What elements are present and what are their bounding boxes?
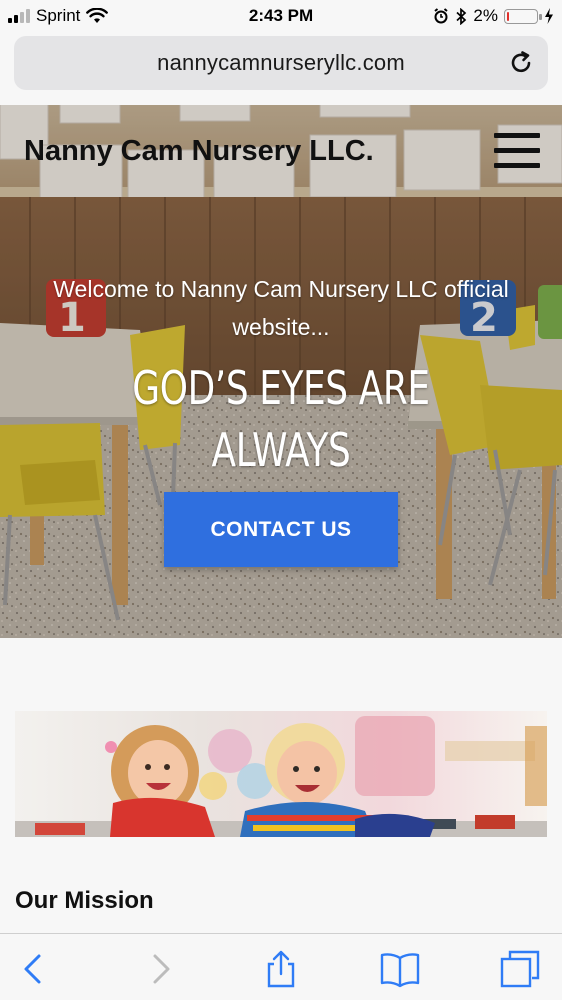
contact-us-button[interactable]: CONTACT US (164, 492, 398, 567)
status-right: 2% (433, 6, 554, 26)
url-text[interactable]: nannycamnurseryllc.com (14, 50, 548, 76)
site-title[interactable]: Nanny Cam Nursery LLC. (24, 135, 374, 168)
chevron-left-icon[interactable] (14, 950, 54, 988)
welcome-text: Welcome to Nanny Cam Nursery LLC officia… (53, 276, 509, 340)
bluetooth-icon (456, 7, 467, 25)
headline-line-1: GOD’S EYES ARE ALWAYS (132, 361, 430, 477)
our-mission-heading: Our Mission (15, 887, 154, 914)
reload-icon[interactable] (508, 50, 534, 76)
charging-icon (545, 8, 553, 24)
book-icon[interactable] (380, 950, 420, 988)
hamburger-icon[interactable] (494, 133, 540, 169)
hero-section: 1 2 Nanny Cam Nursery LLC. Welcome to Na… (0, 105, 562, 638)
battery-level (507, 11, 509, 21)
children-banner-image (15, 711, 547, 837)
alarm-icon (434, 8, 449, 24)
browser-toolbar (0, 933, 562, 1000)
address-bar[interactable]: nannycamnurseryllc.com (14, 36, 548, 90)
chevron-right-icon[interactable] (140, 950, 180, 988)
battery-icon (504, 8, 542, 24)
status-bar: Sprint 2:43 PM 2% (0, 0, 562, 32)
tabs-icon[interactable] (500, 950, 540, 988)
battery-percent: 2% (473, 6, 498, 25)
share-icon[interactable] (261, 950, 301, 988)
